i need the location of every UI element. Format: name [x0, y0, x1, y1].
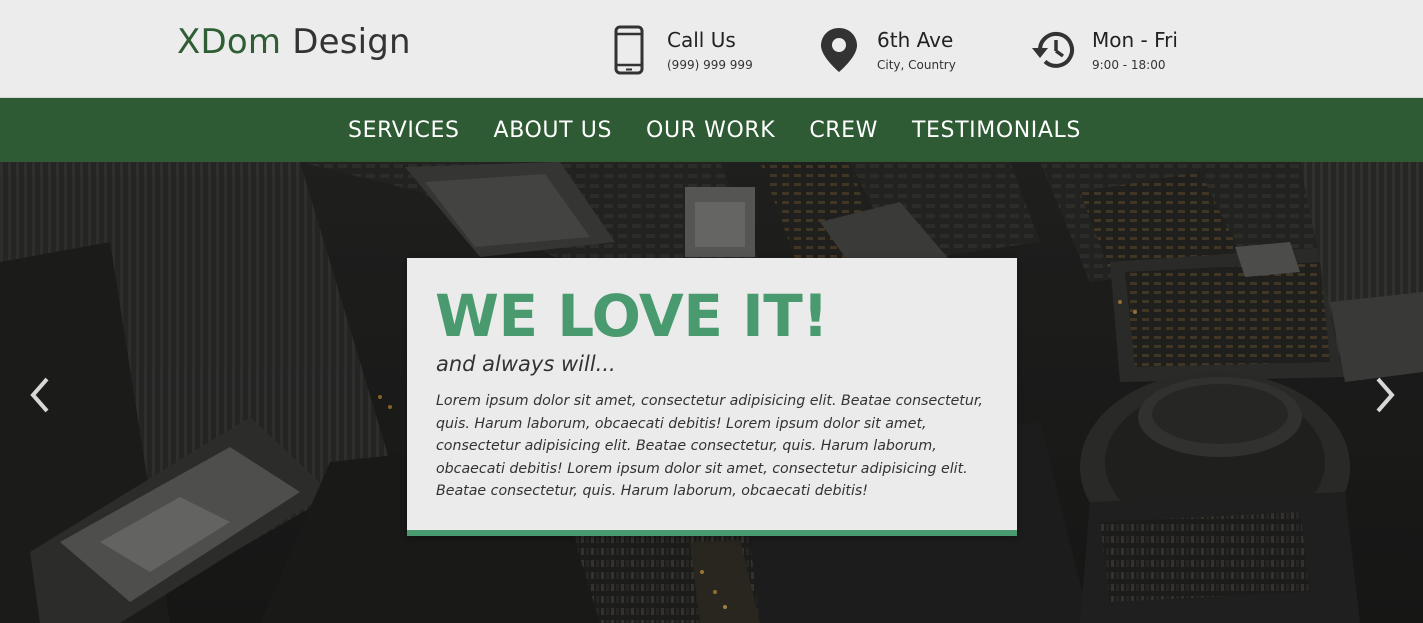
history-clock-icon — [1030, 22, 1078, 78]
hero-slider: WE LOVE IT! and always will... Lorem ips… — [0, 162, 1423, 623]
hero-card: WE LOVE IT! and always will... Lorem ips… — [407, 258, 1017, 536]
map-pin-icon — [815, 22, 863, 78]
nav-item-services[interactable]: SERVICES — [348, 118, 460, 143]
main-nav: SERVICES ABOUT US OUR WORK CREW TESTIMON… — [0, 98, 1423, 162]
chevron-left-icon — [30, 377, 49, 413]
phone-icon — [605, 22, 653, 78]
top-header: XDom Design Call Us (999) 999 999 6th Av… — [0, 0, 1423, 98]
contact-address: 6th Ave City, Country — [815, 20, 956, 80]
hours-detail: 9:00 - 18:00 — [1092, 58, 1166, 72]
site-logo[interactable]: XDom Design — [177, 22, 411, 62]
slider-next-button[interactable] — [1370, 375, 1400, 415]
call-number[interactable]: (999) 999 999 — [667, 57, 753, 73]
hero-subtitle: and always will... — [436, 352, 616, 376]
nav-item-about-us[interactable]: ABOUT US — [494, 118, 612, 143]
logo-word-xdom: XDom — [177, 22, 282, 62]
call-title: Call Us — [667, 28, 736, 52]
address-title: 6th Ave — [877, 28, 954, 52]
logo-word-design: Design — [281, 22, 411, 62]
hero-body-text: Lorem ipsum dolor sit amet, consectetur … — [436, 393, 983, 499]
nav-item-testimonials[interactable]: TESTIMONIALS — [912, 118, 1081, 143]
nav-item-our-work[interactable]: OUR WORK — [646, 118, 775, 143]
contact-hours: Mon - Fri 9:00 - 18:00 — [1030, 20, 1178, 80]
hero-title: WE LOVE IT! — [435, 282, 829, 350]
chevron-right-icon — [1376, 377, 1395, 413]
slider-prev-button[interactable] — [25, 375, 55, 415]
hours-title: Mon - Fri — [1092, 28, 1178, 52]
contact-call: Call Us (999) 999 999 — [605, 20, 753, 80]
address-detail: City, Country — [877, 58, 956, 72]
nav-item-crew[interactable]: CREW — [809, 118, 878, 143]
